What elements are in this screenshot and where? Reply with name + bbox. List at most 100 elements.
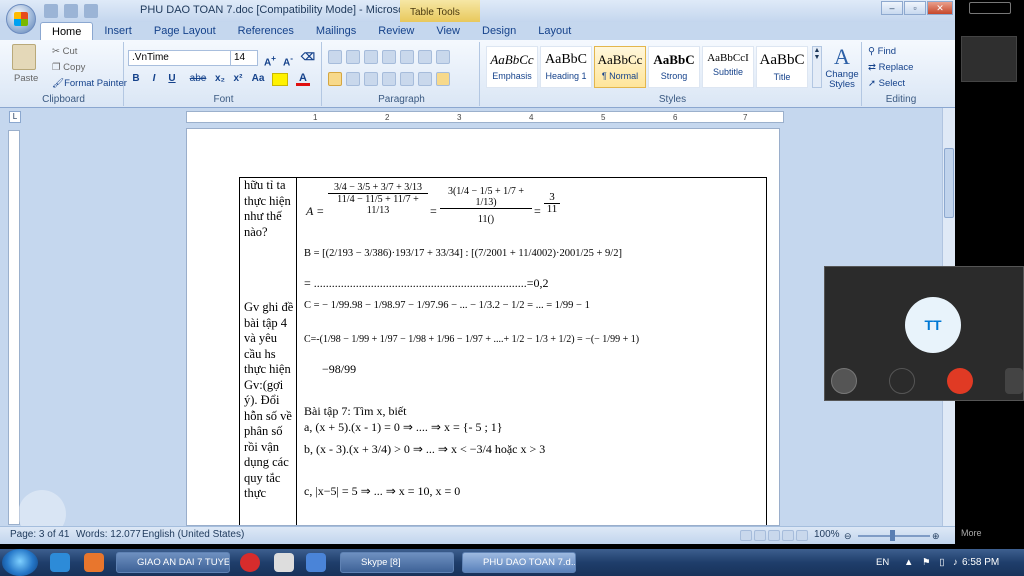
word-app-icon[interactable] <box>306 553 326 572</box>
tab-mailings[interactable]: Mailings <box>305 22 367 40</box>
scrollbar-thumb[interactable] <box>944 148 954 218</box>
taskbar-app-skype[interactable]: Skype [8] <box>340 552 454 573</box>
find-button[interactable]: ⚲ Find <box>868 46 896 57</box>
taskbar: GIAO AN DAI 7 TUYE... Skype [8] PHU DAO … <box>0 549 1024 576</box>
align-center-icon[interactable] <box>346 72 360 86</box>
clear-format-icon[interactable]: ⌫ <box>300 51 316 66</box>
style-emphasis[interactable]: AaBbCc Emphasis <box>486 46 538 88</box>
video-off-icon[interactable] <box>889 368 915 394</box>
ie-icon[interactable] <box>50 553 70 572</box>
clock[interactable]: 6:58 PM <box>962 557 999 568</box>
styles-scroll-icon[interactable]: ▲ ▼ <box>812 46 822 88</box>
video-thumbnail[interactable] <box>961 36 1017 82</box>
table-cell-instructions[interactable]: Gv ghi đề bài tập 4 và yêu cầu hs thực h… <box>244 300 296 502</box>
tab-page-layout[interactable]: Page Layout <box>143 22 227 40</box>
style-subtitle[interactable]: AaBbCcI Subtitle <box>702 46 754 88</box>
underline-button[interactable]: U <box>164 72 180 87</box>
select-button[interactable]: ➚ Select <box>868 78 905 89</box>
grow-font-button[interactable]: A+ <box>262 51 278 68</box>
subscript-button[interactable]: x₂ <box>212 72 228 87</box>
borders-icon[interactable] <box>436 72 450 86</box>
bullets-icon[interactable] <box>328 50 342 64</box>
align-right-icon[interactable] <box>364 72 378 86</box>
style-heading-1[interactable]: AaBbC Heading 1 <box>540 46 592 88</box>
office-button[interactable] <box>6 4 36 34</box>
outline-icon[interactable] <box>782 530 794 541</box>
format-painter-button[interactable]: 🖌Format Painter <box>52 78 127 89</box>
close-button[interactable]: ✕ <box>927 1 953 15</box>
firefox-icon[interactable] <box>84 553 104 572</box>
tab-home[interactable]: Home <box>40 22 94 40</box>
tab-design[interactable]: Design <box>471 22 527 40</box>
microphone-icon[interactable] <box>831 368 857 394</box>
shrink-font-button[interactable]: A- <box>280 51 296 68</box>
paste-icon[interactable] <box>12 44 36 70</box>
copy-button[interactable]: ❐ Copy <box>52 62 85 73</box>
change-styles-button[interactable]: A Change Styles <box>824 44 860 90</box>
draft-icon[interactable] <box>796 530 808 541</box>
style-title[interactable]: AaBbC Title <box>756 46 808 88</box>
pilcrow-icon[interactable] <box>436 50 450 64</box>
document-page[interactable]: hữu tỉ ta thực hiện như thế nào? Gv ghi … <box>186 128 780 526</box>
tray-icons[interactable]: ▲ ⚑ ▯ ♪ <box>904 557 961 568</box>
highlight-icon[interactable] <box>272 73 288 86</box>
vertical-ruler[interactable] <box>8 130 20 525</box>
full-screen-icon[interactable] <box>754 530 766 541</box>
style-normal[interactable]: AaBbCc ¶ Normal <box>594 46 646 88</box>
change-case-button[interactable]: Aa <box>248 72 268 87</box>
zoom-out-icon[interactable]: ⊖ <box>844 531 852 542</box>
justify-icon[interactable] <box>382 72 396 86</box>
tab-references[interactable]: References <box>227 22 305 40</box>
opera-icon[interactable] <box>240 553 260 572</box>
cut-button[interactable]: ✂ Cut <box>52 46 77 57</box>
line-spacing-icon[interactable] <box>400 72 414 86</box>
end-call-icon[interactable] <box>947 368 973 394</box>
increase-indent-icon[interactable] <box>400 50 414 64</box>
web-layout-icon[interactable] <box>768 530 780 541</box>
table-cell-question[interactable]: hữu tỉ ta thực hiện như thế nào? <box>244 178 296 240</box>
numbering-icon[interactable] <box>346 50 360 64</box>
restore-button[interactable]: ▫ <box>904 1 926 15</box>
font-size-input[interactable]: 14 <box>230 50 258 66</box>
status-language[interactable]: English (United States) <box>142 529 244 540</box>
call-more-icon[interactable] <box>1005 368 1023 394</box>
align-left-icon[interactable] <box>328 72 342 86</box>
style-strong[interactable]: AaBbC Strong <box>648 46 700 88</box>
font-family-input[interactable]: .VnTime <box>128 50 246 66</box>
explorer-icon[interactable] <box>274 553 294 572</box>
superscript-button[interactable]: x² <box>230 72 246 87</box>
tab-view[interactable]: View <box>425 22 471 40</box>
multilevel-list-icon[interactable] <box>364 50 378 64</box>
taskbar-app-giao-an[interactable]: GIAO AN DAI 7 TUYE... <box>116 552 230 573</box>
minimize-button[interactable]: – <box>881 1 903 15</box>
tab-insert[interactable]: Insert <box>93 22 143 40</box>
zoom-slider-thumb[interactable] <box>890 530 895 541</box>
horizontal-ruler[interactable]: 1 2 3 4 5 6 7 <box>186 111 784 123</box>
strikethrough-button[interactable]: abe <box>188 72 208 87</box>
tab-review[interactable]: Review <box>367 22 425 40</box>
save-icon[interactable] <box>44 4 58 18</box>
replace-button[interactable]: ⇄ Replace <box>868 62 913 73</box>
undo-icon[interactable] <box>64 4 78 18</box>
shading-icon[interactable] <box>418 72 432 86</box>
sort-icon[interactable] <box>418 50 432 64</box>
status-page[interactable]: Page: 3 of 41 <box>10 529 70 540</box>
print-layout-icon[interactable] <box>740 530 752 541</box>
decrease-indent-icon[interactable] <box>382 50 396 64</box>
table-right-column[interactable]: A = 3/4 − 3/5 + 3/7 + 3/13 11/4 − 11/5 +… <box>298 178 768 525</box>
tab-layout[interactable]: Layout <box>527 22 582 40</box>
status-words[interactable]: Words: 12.077 <box>76 529 141 540</box>
font-color-icon[interactable]: A <box>296 72 310 86</box>
italic-button[interactable]: I <box>146 72 162 87</box>
taskbar-app-word-doc[interactable]: PHU DAO TOAN 7.d... <box>462 552 576 573</box>
more-label[interactable]: More <box>961 528 982 538</box>
zoom-level[interactable]: 100% <box>814 529 840 540</box>
bold-button[interactable]: B <box>128 72 144 87</box>
start-button[interactable] <box>2 549 38 576</box>
redo-icon[interactable] <box>84 4 98 18</box>
skype-call-panel[interactable]: TT <box>824 266 1024 401</box>
tab-selector-icon[interactable]: L <box>9 111 21 123</box>
language-indicator[interactable]: EN <box>876 557 889 568</box>
zoom-in-icon[interactable]: ⊕ <box>932 531 940 542</box>
paste-button[interactable]: Paste <box>14 73 38 84</box>
